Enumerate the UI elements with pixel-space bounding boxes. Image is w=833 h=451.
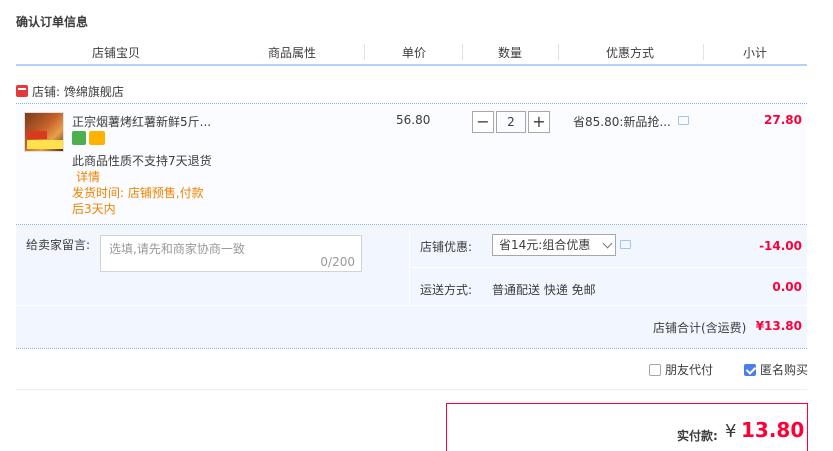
thumbnail-promo-tag <box>27 131 63 149</box>
details-link[interactable]: 详情 <box>76 168 100 185</box>
shop-row: 店铺: 馋绵旗舰店 <box>16 82 124 100</box>
item-subtotal: 27.80 <box>764 113 802 127</box>
tmall-icon <box>16 85 28 97</box>
no-return-notice: 此商品性质不支持7天退货 <box>72 154 212 168</box>
friend-pay-option[interactable]: 朋友代付 <box>649 361 713 378</box>
message-textarea[interactable]: 选填,请先和商家协商一致 0/200 <box>100 235 362 272</box>
shop-discount-amount: -14.00 <box>759 239 802 253</box>
column-separator <box>703 44 704 60</box>
panel-separator <box>16 305 807 306</box>
increase-quantity-button[interactable]: + <box>528 111 550 133</box>
product-thumbnail[interactable] <box>24 112 64 152</box>
anonymous-purchase-checkbox[interactable] <box>744 363 756 376</box>
comment-icon[interactable] <box>678 116 689 125</box>
column-separator <box>462 44 463 60</box>
chevron-down-icon <box>602 238 613 249</box>
column-header-unit-price: 单价 <box>401 46 426 60</box>
shop-discount-selected: 省14元:组合优惠 <box>499 238 591 252</box>
message-char-count: 0/200 <box>320 255 355 269</box>
message-label: 给卖家留言: <box>26 238 91 252</box>
product-badges <box>72 131 105 145</box>
column-header-item: 店铺宝贝 <box>91 46 140 60</box>
footer-divider <box>16 389 807 390</box>
column-separator <box>558 44 559 60</box>
column-header-subtotal: 小计 <box>742 46 767 60</box>
friend-pay-checkbox[interactable] <box>649 363 661 376</box>
quantity-stepper: − 2 + <box>472 111 550 133</box>
shipping-label: 运送方式: <box>420 283 473 297</box>
panel-separator <box>409 267 807 268</box>
page-title: 确认订单信息 <box>16 15 89 29</box>
currency-symbol: ¥ <box>725 421 737 442</box>
shipping-time-line1: 发货时间: 店铺预售,付款 <box>72 186 204 200</box>
column-header-discount: 优惠方式 <box>605 46 654 60</box>
promotion-text: 省85.80:新品抢... <box>573 115 671 129</box>
friend-pay-label[interactable]: 朋友代付 <box>665 361 713 378</box>
shop-discount-label: 店铺优惠: <box>420 240 473 254</box>
unit-price: 56.80 <box>396 113 431 127</box>
credit-card-icon[interactable] <box>89 131 105 145</box>
header-divider <box>16 64 807 66</box>
comment-icon[interactable] <box>620 240 631 249</box>
shop-total-amount: ¥13.80 <box>755 319 802 333</box>
decrease-quantity-button[interactable]: − <box>472 111 494 133</box>
shipping-time-line2: 后3天内 <box>72 202 116 216</box>
shipping-amount: 0.00 <box>772 280 802 294</box>
panel-divider <box>16 348 807 349</box>
guarantee-icon[interactable] <box>72 131 86 145</box>
anonymous-purchase-option[interactable]: 匿名购买 <box>744 361 808 378</box>
message-placeholder: 选填,请先和商家协商一致 <box>109 242 245 256</box>
payment-label: 实付款: <box>677 429 718 443</box>
column-header-attributes: 商品属性 <box>267 46 316 60</box>
shop-discount-select[interactable]: 省14元:组合优惠 <box>492 234 616 256</box>
anonymous-purchase-label[interactable]: 匿名购买 <box>760 361 808 378</box>
shop-total-label: 店铺合计(含运费) <box>653 321 747 335</box>
column-separator <box>364 44 365 60</box>
shipping-method: 普通配送 快递 免邮 <box>492 283 596 297</box>
product-name[interactable]: 正宗烟薯烤红薯新鲜5斤... <box>72 113 212 130</box>
shop-name[interactable]: 店铺: 馋绵旗舰店 <box>32 83 124 100</box>
column-header-quantity: 数量 <box>497 46 522 60</box>
quantity-input[interactable]: 2 <box>496 111 526 133</box>
payment-amount: 13.80 <box>741 418 805 442</box>
